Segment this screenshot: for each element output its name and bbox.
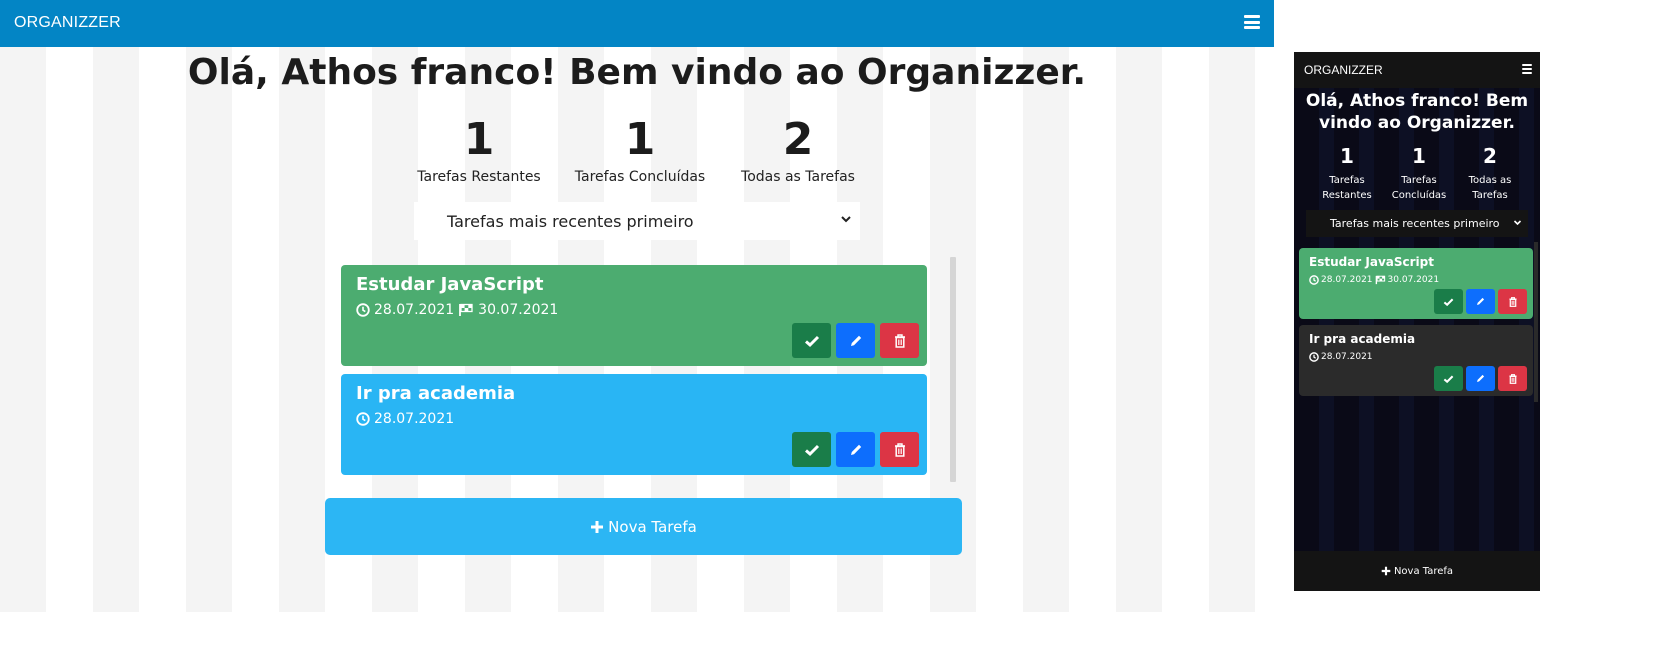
task-card: Estudar JavaScript 28.07.2021 30.07.2021	[341, 265, 927, 366]
complete-task-button[interactable]	[792, 323, 831, 358]
stat-remaining-value: 1	[463, 114, 495, 165]
stat-all-label: Todas as Tarefas	[741, 169, 855, 185]
delete-task-button[interactable]	[1498, 289, 1527, 314]
delete-task-button[interactable]	[880, 432, 919, 467]
checkered-flag-icon	[1375, 275, 1385, 285]
delete-task-button[interactable]	[1498, 366, 1527, 391]
edit-task-button[interactable]	[1466, 289, 1495, 314]
task-created-date: 28.07.2021	[1321, 275, 1373, 285]
stat-all: 2 Todas as Tarefas	[736, 114, 860, 186]
edit-task-button[interactable]	[836, 323, 875, 358]
trash-icon	[1508, 373, 1517, 384]
sort-select[interactable]: Tarefas mais recentes primeiro	[414, 202, 860, 240]
light-app-view: ORGANIZZER Olá, Athos franco! Bem vindo …	[0, 0, 1274, 612]
dark-app-view: ORGANIZZER Olá, Athos franco! Bem vindo …	[1294, 52, 1540, 591]
stat-all-label: Todas as Tarefas	[1468, 175, 1512, 201]
task-title: Estudar JavaScript	[356, 274, 544, 295]
new-task-label: Nova Tarefa	[1393, 565, 1454, 577]
stat-remaining-label: Tarefas Restantes	[1322, 175, 1372, 201]
chevron-down-icon	[1513, 220, 1522, 226]
stat-completed-label: Tarefas Concluídas	[1391, 175, 1447, 201]
new-task-button[interactable]: Nova Tarefa	[325, 498, 962, 555]
task-dates: 28.07.2021	[1309, 352, 1373, 362]
task-dates: 28.07.2021 30.07.2021	[1309, 275, 1439, 285]
hamburger-menu-icon[interactable]	[1522, 64, 1532, 74]
stat-completed: 1 Tarefas Concluídas	[572, 114, 708, 186]
sort-selected-value: Tarefas mais recentes primeiro	[447, 212, 694, 231]
new-task-button[interactable]: Nova Tarefa	[1294, 551, 1540, 591]
stat-completed: 1 Tarefas Concluídas	[1384, 144, 1454, 203]
trash-icon	[894, 333, 905, 348]
task-dates: 28.07.2021	[356, 411, 454, 427]
task-card: Estudar JavaScript 28.07.2021 30.07.2021	[1299, 248, 1533, 319]
task-actions	[792, 323, 919, 358]
complete-task-button[interactable]	[1434, 289, 1463, 314]
task-card: Ir pra academia 28.07.2021	[341, 374, 927, 475]
stat-completed-label: Tarefas Concluídas	[574, 169, 706, 185]
task-actions	[792, 432, 919, 467]
task-title: Estudar JavaScript	[1309, 255, 1434, 269]
check-icon	[1443, 375, 1454, 383]
greeting-heading: Olá, Athos franco! Bem vindo ao Organizz…	[187, 52, 1087, 93]
task-title: Ir pra academia	[1309, 332, 1416, 346]
plus-icon	[591, 520, 604, 533]
task-created-date: 28.07.2021	[1321, 352, 1373, 362]
stat-remaining-value: 1	[1340, 144, 1354, 168]
check-icon	[804, 444, 819, 456]
new-task-label: Nova Tarefa	[608, 517, 697, 536]
trash-icon	[894, 442, 905, 457]
complete-task-button[interactable]	[792, 432, 831, 467]
navbar: ORGANIZZER	[1294, 52, 1540, 88]
brand-logo[interactable]: ORGANIZZER	[14, 14, 121, 32]
sort-select[interactable]: Tarefas mais recentes primeiro	[1306, 210, 1528, 237]
task-card: Ir pra academia 28.07.2021	[1299, 325, 1533, 396]
chevron-down-icon	[841, 216, 851, 223]
check-icon	[1443, 298, 1454, 306]
check-icon	[804, 335, 819, 347]
clock-icon	[356, 412, 370, 426]
stat-completed-value: 1	[624, 114, 656, 165]
checkered-flag-icon	[459, 303, 473, 316]
stat-all-value: 2	[782, 114, 814, 165]
stat-completed-value: 1	[1412, 144, 1426, 168]
pencil-icon	[1477, 297, 1485, 305]
edit-task-button[interactable]	[836, 432, 875, 467]
hamburger-menu-icon[interactable]	[1244, 15, 1260, 29]
task-due-date: 30.07.2021	[478, 302, 559, 318]
task-created-date: 28.07.2021	[374, 302, 455, 318]
new-task-bar: Nova Tarefa	[1294, 551, 1540, 591]
task-actions	[1434, 366, 1527, 391]
clock-icon	[1309, 275, 1319, 285]
pencil-icon	[1477, 374, 1485, 382]
clock-icon	[1309, 352, 1319, 362]
task-actions	[1434, 289, 1527, 314]
edit-task-button[interactable]	[1466, 366, 1495, 391]
task-dates: 28.07.2021 30.07.2021	[356, 302, 558, 318]
brand-logo[interactable]: ORGANIZZER	[1304, 63, 1383, 77]
pencil-icon	[850, 335, 861, 346]
plus-icon	[1381, 566, 1391, 576]
stat-remaining: 1 Tarefas Restantes	[1312, 144, 1382, 203]
trash-icon	[1508, 296, 1517, 307]
task-list-scrollbar[interactable]	[1534, 242, 1538, 402]
task-title: Ir pra academia	[356, 383, 516, 404]
pencil-icon	[850, 444, 861, 455]
stat-remaining: 1 Tarefas Restantes	[414, 114, 544, 186]
task-list-scrollbar[interactable]	[950, 257, 956, 482]
sort-selected-value: Tarefas mais recentes primeiro	[1330, 217, 1500, 230]
clock-icon	[356, 303, 370, 317]
delete-task-button[interactable]	[880, 323, 919, 358]
task-due-date: 30.07.2021	[1387, 275, 1440, 285]
stat-remaining-label: Tarefas Restantes	[417, 169, 541, 185]
greeting-heading: Olá, Athos franco! Bem vindo ao Organizz…	[1305, 91, 1529, 133]
task-created-date: 28.07.2021	[374, 411, 455, 427]
navbar: ORGANIZZER	[0, 0, 1274, 47]
stat-all: 2 Todas as Tarefas	[1456, 144, 1524, 203]
complete-task-button[interactable]	[1434, 366, 1463, 391]
stat-all-value: 2	[1483, 144, 1497, 168]
